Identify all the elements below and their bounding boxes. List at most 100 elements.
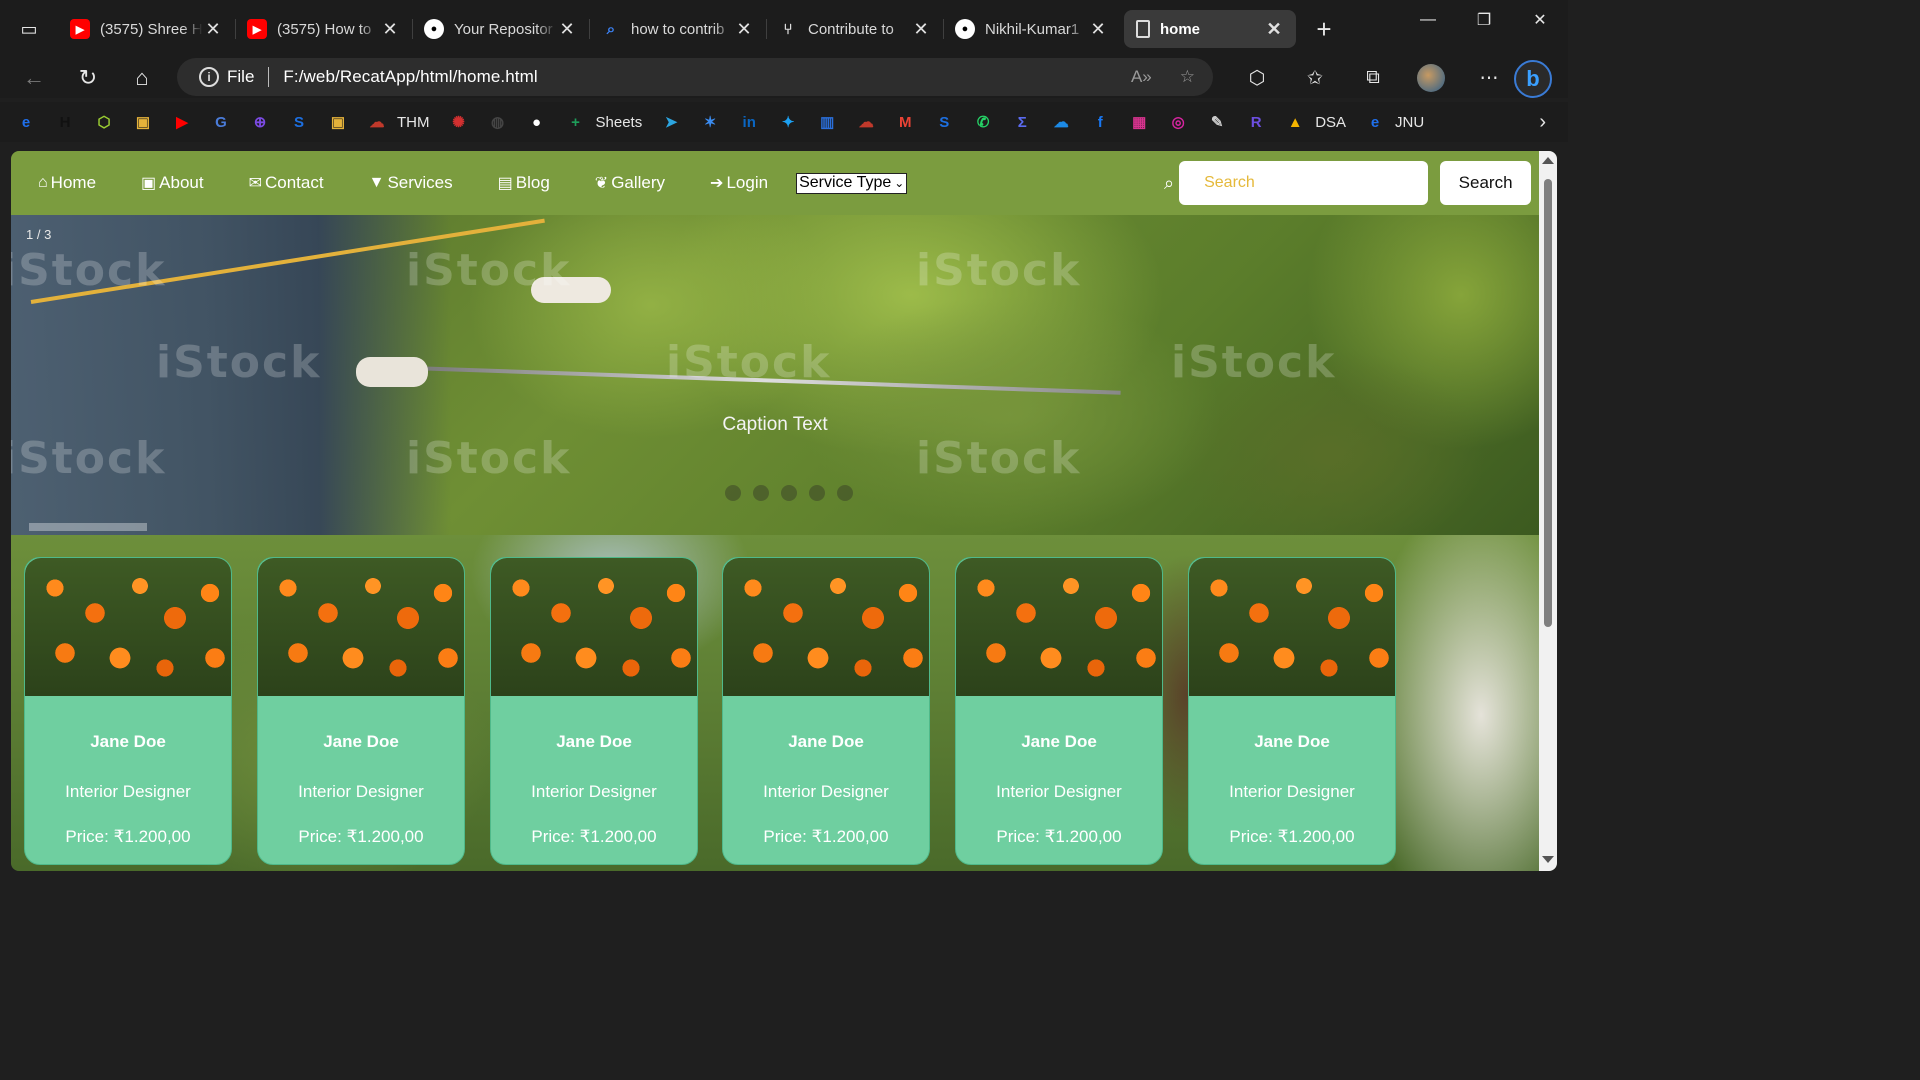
close-tab-icon[interactable]: ✕ [1088,19,1108,40]
product-card[interactable]: Jane Doe Interior Designer Price: ₹1.200… [722,557,930,865]
scroll-up-icon[interactable] [1542,157,1554,164]
extensions-icon[interactable]: ⬡ [1228,67,1286,90]
bookmark-item[interactable]: ▥ [817,112,837,132]
bookmark-item[interactable]: e JNU [1365,112,1424,132]
browser-tab[interactable]: ⌕ how to contrib ✕ [589,9,766,49]
browser-tab[interactable]: ▶ (3575) Shree H ✕ [58,9,235,49]
bookmark-item[interactable]: S [289,112,309,132]
product-card[interactable]: Jane Doe Interior Designer Price: ₹1.200… [257,557,465,865]
home-icon[interactable]: ⌂ [115,58,169,98]
tab-title: home [1160,20,1201,38]
browser-tab[interactable]: ● Nikhil-Kumar1 ✕ [943,9,1120,49]
info-icon[interactable]: i [199,67,219,87]
search-group: ⌕ Search Search [1164,161,1532,205]
browser-tab-active[interactable]: home ✕ [1124,10,1296,48]
bookmark-item[interactable]: ✦ [778,112,798,132]
browser-tab[interactable]: ● Your Repositor ✕ [412,9,589,49]
url-text[interactable]: F:/web/RecatApp/html/home.html [283,67,537,87]
restore-icon[interactable]: ❐ [1456,0,1512,40]
close-tab-icon[interactable]: ✕ [557,19,577,40]
bookmark-item[interactable]: H [55,112,75,132]
bookmark-item[interactable]: M [895,112,915,132]
slider-dot[interactable] [809,485,825,501]
bookmark-item[interactable]: ✺ [449,112,469,132]
search-button[interactable]: Search [1440,161,1532,205]
minimize-icon[interactable]: — [1400,0,1456,40]
nav-login[interactable]: ➔ Login [710,173,768,193]
bookmark-item[interactable]: ✎ [1207,112,1227,132]
product-card[interactable]: Jane Doe Interior Designer Price: ₹1.200… [1188,557,1396,865]
scroll-down-icon[interactable] [1542,856,1554,863]
slide-counter: 1 / 3 [26,227,52,242]
nav-home[interactable]: ⌂ Home [38,173,96,193]
bookmark-item[interactable]: ⬡ [94,112,114,132]
bookmark-item[interactable]: ▣ [133,112,153,132]
browser-tab[interactable]: ▶ (3575) How to ✕ [235,9,412,49]
bookmark-item[interactable]: ◍ [488,112,508,132]
nav-services[interactable]: ▼ Services [369,173,453,193]
chevron-right-icon[interactable]: › [1539,111,1546,134]
youtube-icon: ▶ [176,114,188,131]
service-type-select[interactable]: Service Type ⌄ [796,172,908,194]
new-tab-button[interactable]: + [1296,14,1352,45]
bookmark-item[interactable]: ☁ THM [367,112,430,132]
page-scrollbar[interactable] [1539,151,1557,871]
profile-avatar[interactable] [1417,64,1445,92]
youtube-icon: ▶ [247,19,267,39]
tab-actions-icon[interactable]: ▭ [0,0,58,58]
nav-contact[interactable]: ✉ Contact [249,173,324,193]
bookmark-item[interactable]: ▦ [1129,112,1149,132]
bookmark-item[interactable]: + Sheets [566,112,642,132]
bookmark-item[interactable]: Σ [1012,112,1032,132]
copilot-icon[interactable]: b [1514,60,1552,98]
close-tab-icon[interactable]: ✕ [734,19,754,40]
slider-dot[interactable] [753,485,769,501]
refresh-icon[interactable]: ↻ [61,58,115,98]
bookmark-item[interactable]: ● [527,112,547,132]
search-input[interactable]: Search [1179,161,1429,205]
browser-tab[interactable]: ⑂ Contribute to ✕ [766,9,943,49]
close-tab-icon[interactable]: ✕ [911,19,931,40]
product-card[interactable]: Jane Doe Interior Designer Price: ₹1.200… [24,557,232,865]
watermark: iStock [156,337,322,388]
bookmark-item[interactable]: G [211,112,231,132]
read-aloud-icon[interactable]: A» [1131,67,1152,87]
bookmark-item[interactable]: ✆ [973,112,993,132]
slide-caption: Caption Text [722,414,828,435]
slider-dot[interactable] [725,485,741,501]
address-bar[interactable]: i File F:/web/RecatApp/html/home.html A»… [177,58,1213,96]
close-tab-icon[interactable]: ✕ [1264,19,1284,40]
product-card[interactable]: Jane Doe Interior Designer Price: ₹1.200… [955,557,1163,865]
bookmark-item[interactable]: f [1090,112,1110,132]
bookmark-item[interactable]: e [16,112,36,132]
bookmark-item[interactable]: ⊕ [250,112,270,132]
bookmark-item[interactable]: ▶ [172,112,192,132]
nav-about[interactable]: ▣ About [141,173,204,193]
bookmark-item[interactable]: ➤ [661,112,681,132]
favorites-icon[interactable]: ✩ [1286,67,1344,90]
back-icon[interactable]: ← [7,58,61,98]
bookmark-item[interactable]: S [934,112,954,132]
close-window-icon[interactable]: ✕ [1512,0,1568,40]
nav-gallery[interactable]: ❦ Gallery [595,173,665,193]
collections-icon[interactable]: ⧉ [1344,67,1402,89]
bookmark-item[interactable]: in [739,112,759,132]
more-icon[interactable]: ⋯ [1460,67,1518,90]
glove [356,357,428,387]
nav-blog[interactable]: ▤ Blog [498,173,550,193]
bookmark-item[interactable]: ☁ [856,112,876,132]
close-tab-icon[interactable]: ✕ [203,19,223,40]
bookmark-item[interactable]: ◎ [1168,112,1188,132]
bookmark-item[interactable]: ☁ [1051,112,1071,132]
bookmark-item[interactable]: ✶ [700,112,720,132]
bookmark-item[interactable]: R [1246,112,1266,132]
slider-dot[interactable] [837,485,853,501]
cloud-icon: ☁ [369,114,385,131]
scroll-thumb[interactable] [1544,179,1552,627]
bookmark-item[interactable]: ▲ DSA [1285,112,1346,132]
close-tab-icon[interactable]: ✕ [380,19,400,40]
add-favorite-icon[interactable]: ☆ [1180,67,1195,87]
product-card[interactable]: Jane Doe Interior Designer Price: ₹1.200… [490,557,698,865]
slider-dot[interactable] [781,485,797,501]
bookmark-item[interactable]: ▣ [328,112,348,132]
